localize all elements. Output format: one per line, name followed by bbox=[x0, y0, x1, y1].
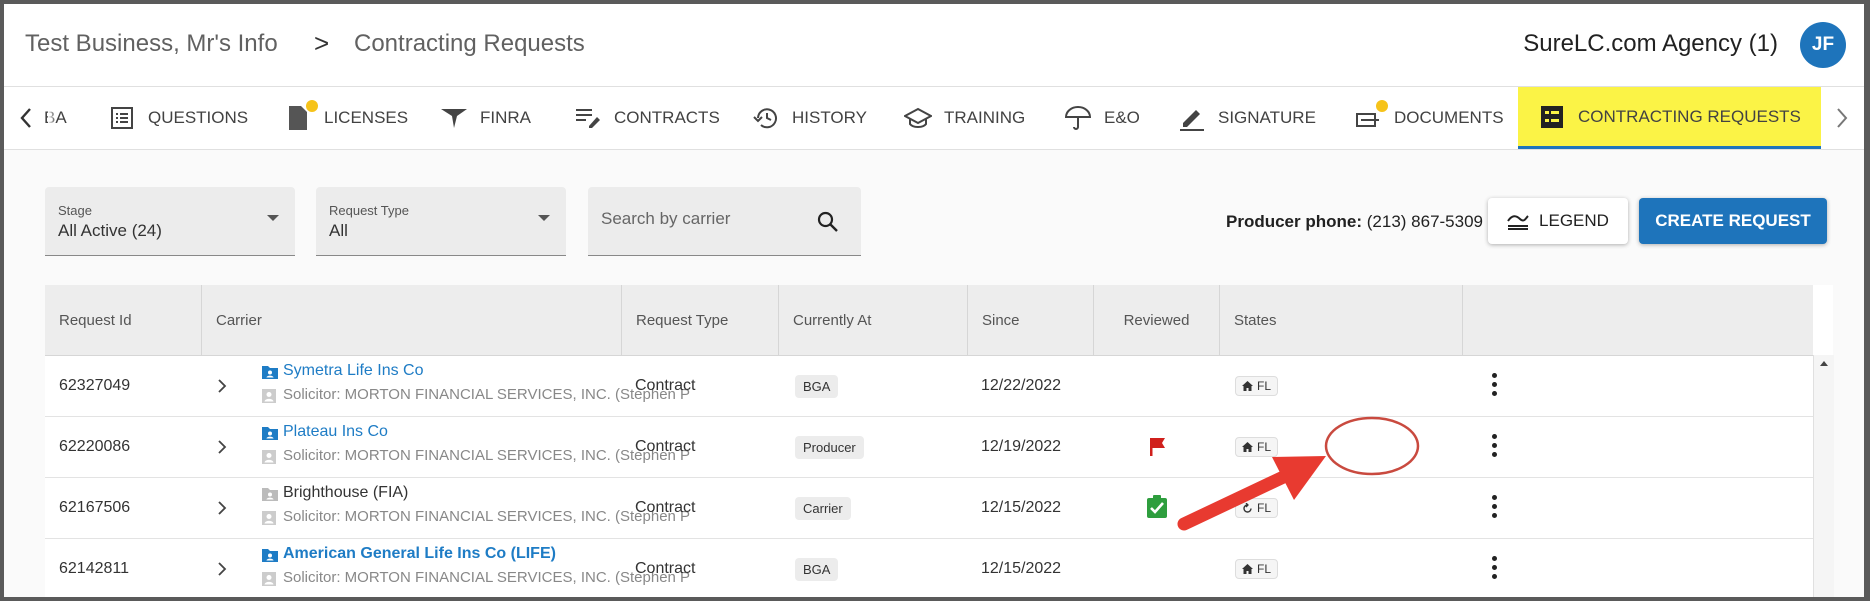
annotation-arrow bbox=[1177, 465, 1301, 531]
annotation-circle bbox=[1324, 416, 1420, 476]
app-window: Test Business, Mr's Info > Contracting R… bbox=[4, 4, 1864, 597]
annotation-overlay bbox=[1177, 416, 1420, 531]
